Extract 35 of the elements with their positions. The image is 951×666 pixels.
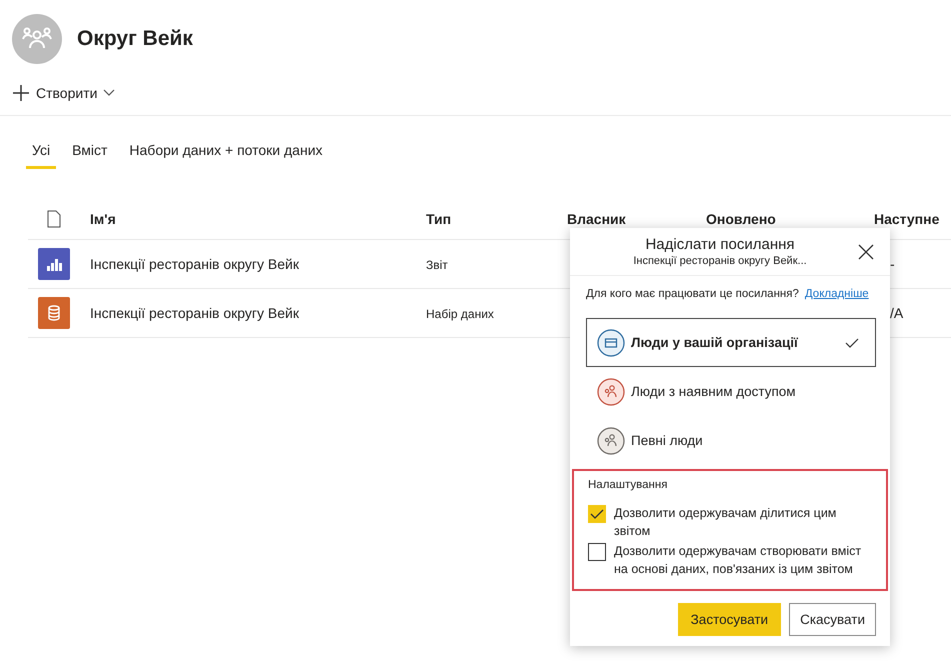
column-header[interactable]: Власник xyxy=(567,211,626,227)
link-option[interactable]: Люди у вашій організації xyxy=(586,318,876,367)
close-button[interactable] xyxy=(856,242,876,262)
item-name-link[interactable]: Інспекції ресторанів округу Вейк xyxy=(90,256,299,272)
column-header[interactable]: Ім'я xyxy=(90,211,116,227)
close-icon xyxy=(858,244,874,260)
checkbox-label: Дозволити одержувачам створювати вміст на основі даних, пов'язаних із цим звітом xyxy=(614,543,862,578)
file-icon xyxy=(47,210,61,228)
create-button[interactable]: Створити xyxy=(10,82,118,104)
cancel-button[interactable]: Скасувати xyxy=(789,603,876,636)
dialog-subtitle: Інспекції ресторанів округу Вейк... xyxy=(632,255,808,267)
tab[interactable]: Вміст xyxy=(66,142,114,169)
tab[interactable]: Усі xyxy=(26,142,56,169)
plus-icon xyxy=(12,84,30,102)
database-icon xyxy=(38,297,70,329)
column-header[interactable]: Наступне xyxy=(874,211,940,227)
dialog-title: Надіслати посилання xyxy=(644,236,796,253)
bar-chart-icon xyxy=(38,248,70,280)
question-text: Для кого має працювати це посилання? xyxy=(586,288,799,300)
apply-button[interactable]: Застосувати xyxy=(678,603,782,636)
tab[interactable]: Набори даних + потоки даних xyxy=(123,142,329,169)
table-cell: Набір даних xyxy=(426,307,494,321)
settings-title: Налаштування xyxy=(588,479,668,491)
workspace-title: Округ Вейк xyxy=(77,27,193,51)
item-name-link[interactable]: Інспекції ресторанів округу Вейк xyxy=(90,305,299,321)
checkbox[interactable] xyxy=(588,543,606,561)
table-cell: - xyxy=(890,256,895,272)
column-header[interactable]: Оновлено xyxy=(706,211,776,227)
table-cell: Звіт xyxy=(426,258,448,272)
checkbox-label: Дозволити одержувачам ділитися цим звітом xyxy=(614,505,838,540)
table-cell: /A xyxy=(890,305,904,321)
check-icon xyxy=(845,338,859,348)
learn-more-link[interactable]: Докладніше xyxy=(804,288,869,300)
column-header[interactable]: Тип xyxy=(426,211,452,227)
chevron-down-icon xyxy=(103,89,116,97)
